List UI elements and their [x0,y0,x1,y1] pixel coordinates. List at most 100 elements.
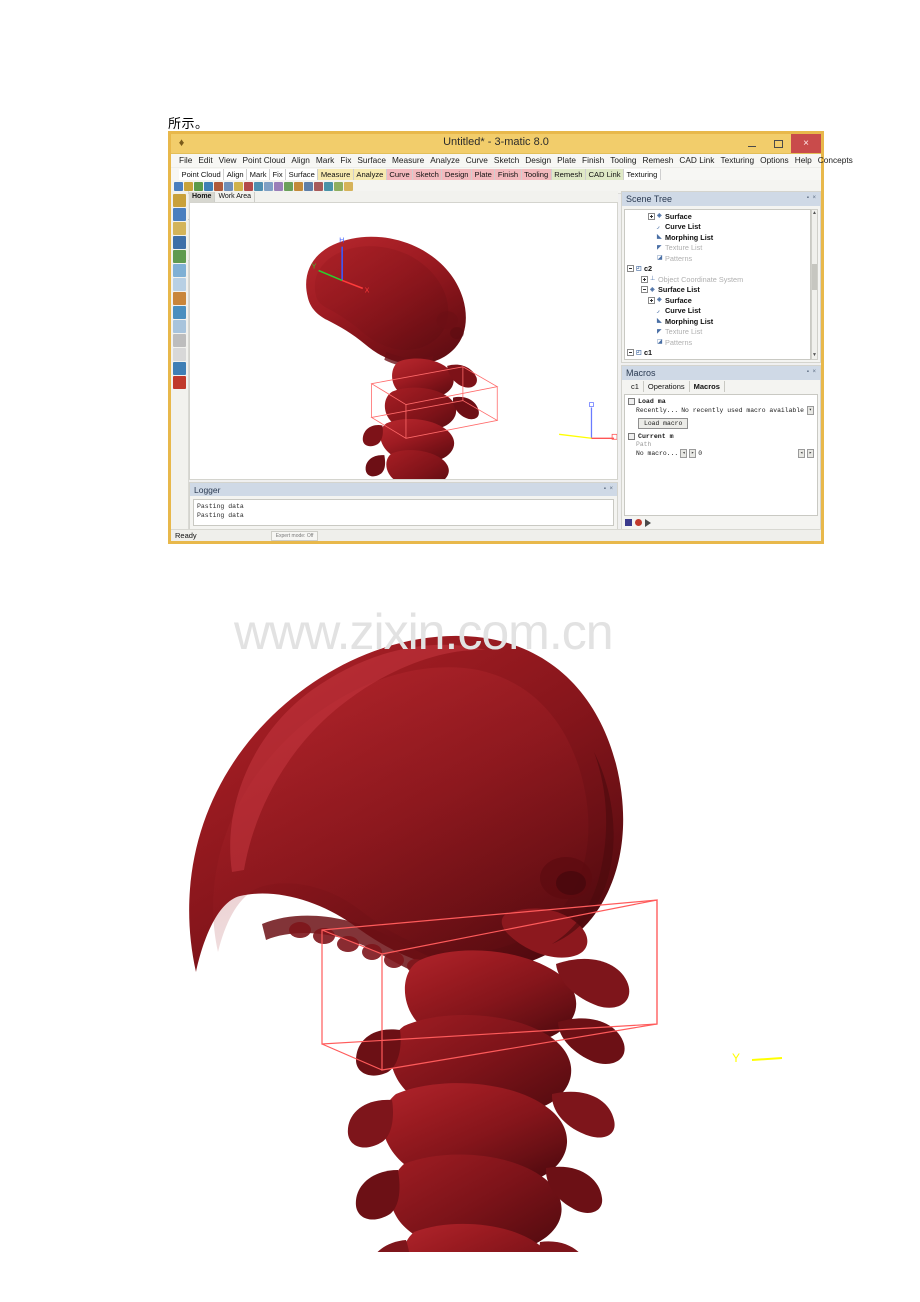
menu-item-plate[interactable]: Plate [554,154,579,167]
copy-icon[interactable] [224,182,233,191]
tree-node-c2[interactable]: ◰ c2 [625,264,810,275]
expand-icon[interactable] [648,296,655,304]
texturing-icon[interactable] [173,362,186,375]
ribbon-tab-mark[interactable]: Mark [247,169,271,180]
expand-icon[interactable] [648,212,655,220]
expand-icon[interactable] [641,275,648,283]
menu-item-cad-link[interactable]: CAD Link [676,154,717,167]
design-icon[interactable] [173,292,186,305]
ribbon-tab-align[interactable]: Align [224,169,248,180]
tree-node-surface[interactable]: ◈ Surface [625,295,810,306]
load-macro-button[interactable]: Load macro [638,418,689,429]
ribbon-tab-finish[interactable]: Finish [495,169,522,180]
mark-icon[interactable] [173,222,186,235]
save-icon[interactable] [184,182,193,191]
tree-node-curve-list[interactable]: ◞ Curve List [625,306,810,317]
menu-bar[interactable]: File Edit View Point Cloud Align Mark Fix Surfa… [171,154,853,168]
tree-node-texture-list[interactable]: ◤ Texture List [625,243,810,254]
curve-icon[interactable] [173,264,186,277]
tree-node-surface[interactable]: ◈ Surface [625,211,810,222]
scroll-down-icon[interactable]: ▼ [812,352,817,359]
macros-tab-c1[interactable]: c1 [627,381,644,392]
maximize-button[interactable] [765,134,791,153]
surface-icon[interactable] [173,250,186,263]
menu-item-file[interactable]: File [176,154,195,167]
ribbon-tab-fix[interactable]: Fix [270,169,287,180]
chevron-down-icon[interactable]: ▾ [806,406,814,415]
nav-prev-icon[interactable]: ◂ [797,449,805,458]
ribbon-tab-curve[interactable]: Curve [386,169,414,180]
undo-icon[interactable] [194,182,203,191]
macros-tab-macros[interactable]: Macros [690,381,725,392]
menu-item-curve[interactable]: Curve [463,154,491,167]
scene-tree-list[interactable]: ◈ Surface ◞ Curve List ◣ Morphing List ◤ Textur… [624,209,811,360]
macros-tab-operations[interactable]: Operations [644,381,690,392]
paste-icon[interactable] [234,182,243,191]
nav-next-icon[interactable]: ▸ [806,449,814,458]
ribbon-tab-analyze[interactable]: Analyze [353,169,387,180]
stepper-up-icon[interactable]: ▸ [689,449,697,458]
menu-item-edit[interactable]: Edit [195,154,215,167]
menu-item-surface[interactable]: Surface [354,154,389,167]
point-cloud-icon[interactable] [173,194,186,207]
3d-viewport[interactable]: H Y X [189,202,618,480]
logger-output[interactable]: Pasting data Pasting data [193,499,614,526]
work-area-tab-home[interactable]: Home [189,191,216,202]
remesh-icon[interactable] [173,348,186,361]
menu-item-options[interactable]: Options [757,154,792,167]
delete-icon[interactable] [244,182,253,191]
analyze-icon[interactable] [173,376,186,389]
collapse-icon[interactable] [627,265,634,273]
collapse-icon[interactable] [641,286,648,294]
screenshot-icon[interactable] [324,182,333,191]
menu-item-design[interactable]: Design [522,154,554,167]
ribbon-tab-sketch[interactable]: Sketch [413,169,443,180]
minimize-button[interactable] [739,134,765,153]
tree-node-patterns[interactable]: ◪ Patterns [625,253,810,264]
macros-tab-bar[interactable]: c1 Operations Macros [622,380,820,392]
current-macro-group-header[interactable]: Current m [628,433,814,440]
sketch-icon[interactable] [173,278,186,291]
scene-tree-pin-icons[interactable]: ▪ × [807,195,817,201]
menu-item-align[interactable]: Align [288,154,312,167]
scrollbar-thumb[interactable] [812,264,817,290]
ribbon-tab-texturing[interactable]: Texturing [624,169,661,180]
scene-tree-scrollbar[interactable]: ▲ ▼ [811,209,818,360]
scroll-up-icon[interactable]: ▲ [812,210,817,217]
left-vertical-toolbar[interactable] [171,191,189,530]
ribbon-tab-tooling[interactable]: Tooling [521,169,552,180]
ribbon-tab-bar[interactable]: Point Cloud Align Mark Fix Surface Measure Ana… [171,168,821,180]
ribbon-tab-point-cloud[interactable]: Point Cloud [179,169,225,180]
menu-item-sketch[interactable]: Sketch [491,154,522,167]
menu-item-texturing[interactable]: Texturing [717,154,757,167]
tree-node-morphing-list[interactable]: ◣ Morphing List [625,232,810,243]
load-macro-group-header[interactable]: Load ma [628,398,814,405]
open-icon[interactable] [174,182,183,191]
tree-node-object-coordinate-system[interactable]: ⊥Object Coordinate System [625,358,810,360]
menu-item-point-cloud[interactable]: Point Cloud [240,154,289,167]
viewport-canvas[interactable]: H Y X [190,203,617,479]
ribbon-tab-plate[interactable]: Plate [472,169,496,180]
collapse-icon[interactable] [627,349,634,357]
menu-item-help[interactable]: Help [792,154,815,167]
ribbon-tab-surface[interactable]: Surface [286,169,319,180]
shaded-icon[interactable] [304,182,313,191]
menu-item-mark[interactable]: Mark [313,154,337,167]
ribbon-tab-measure[interactable]: Measure [318,169,354,180]
tree-node-surface-list[interactable]: ◈ Surface List [625,285,810,296]
stop-icon[interactable] [625,519,632,526]
tree-node-c1[interactable]: ◰ c1 [625,348,810,359]
ribbon-tab-remesh[interactable]: Remesh [551,169,586,180]
macros-footer-toolbar[interactable] [625,517,817,528]
play-icon[interactable] [645,518,651,527]
stepper-down-icon[interactable]: ◂ [680,449,688,458]
pan-icon[interactable] [264,182,273,191]
menu-item-analyze[interactable]: Analyze [427,154,463,167]
finish-icon[interactable] [173,320,186,333]
align-icon[interactable] [173,208,186,221]
macros-pin-icons[interactable]: ▪ × [807,369,817,375]
ribbon-tab-cad-link[interactable]: CAD Link [585,169,625,180]
work-area-tab-work-area[interactable]: Work Area [215,191,256,202]
light-icon[interactable] [344,182,353,191]
menu-item-fix[interactable]: Fix [337,154,354,167]
